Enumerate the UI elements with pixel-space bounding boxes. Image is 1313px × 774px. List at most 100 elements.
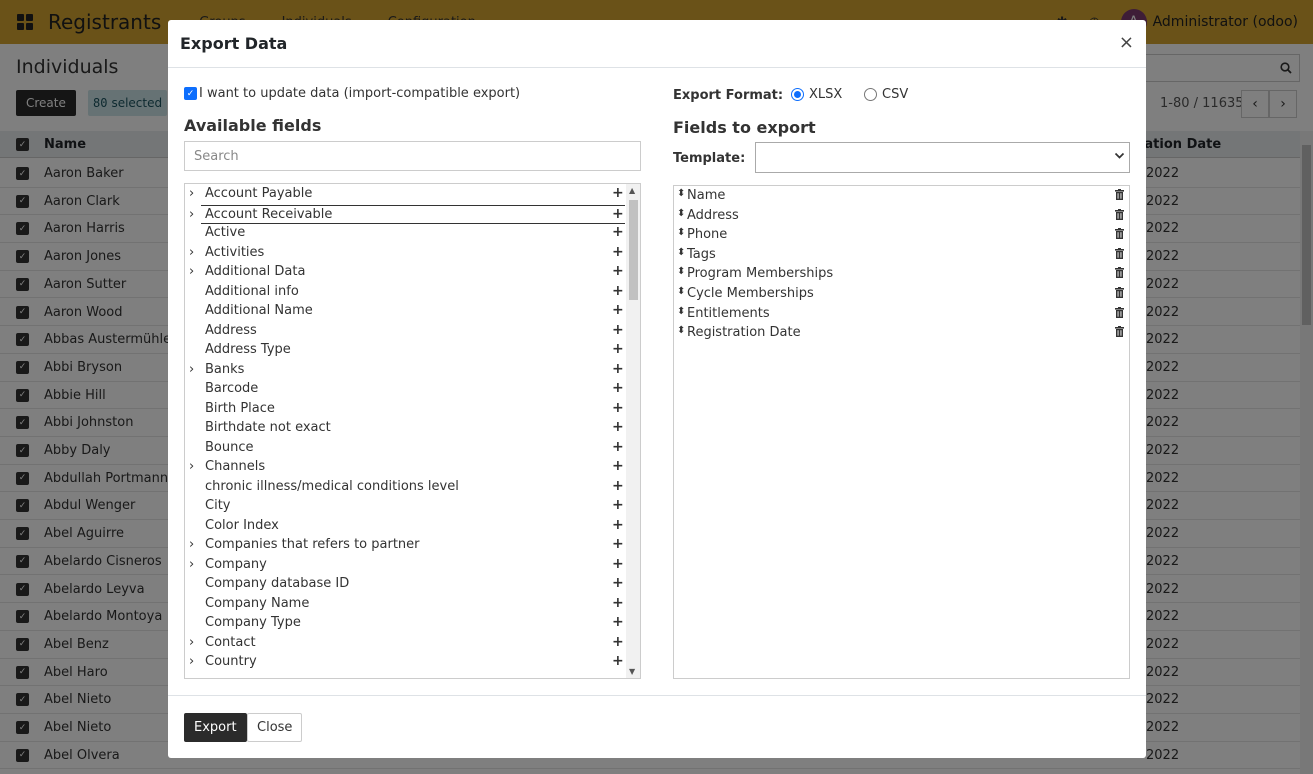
trash-icon[interactable] <box>1115 189 1124 203</box>
field-item[interactable]: Company database ID + <box>185 575 625 595</box>
export-button[interactable]: Export <box>184 713 247 742</box>
export-field-item[interactable]: ⬍ Tags <box>674 246 1129 266</box>
add-field-icon[interactable]: + <box>612 206 624 222</box>
format-csv-radio[interactable] <box>864 88 877 101</box>
field-label[interactable]: Color Index <box>205 518 279 533</box>
field-item[interactable]: › Company + <box>185 556 625 576</box>
export-field-item[interactable]: ⬍ Name <box>674 187 1129 207</box>
format-csv-label[interactable]: CSV <box>882 87 908 102</box>
format-xlsx-radio[interactable] <box>791 88 804 101</box>
field-label[interactable]: Company <box>205 557 267 572</box>
add-field-icon[interactable]: + <box>612 556 624 572</box>
sort-handle-icon[interactable]: ⬍ <box>677 208 685 219</box>
export-field-item[interactable]: ⬍ Address <box>674 207 1129 227</box>
field-label[interactable]: Account Payable <box>205 186 312 201</box>
chevron-right-icon[interactable]: › <box>189 245 199 260</box>
chevron-right-icon[interactable]: › <box>189 362 199 377</box>
add-field-icon[interactable]: + <box>612 517 624 533</box>
trash-icon[interactable] <box>1115 208 1124 223</box>
format-csv-option[interactable]: CSV <box>864 87 908 102</box>
field-item[interactable]: Bounce + <box>185 439 625 459</box>
add-field-icon[interactable]: + <box>612 283 624 299</box>
field-item[interactable]: Birth Place + <box>185 400 625 420</box>
close-icon[interactable]: × <box>1119 32 1134 53</box>
sort-handle-icon[interactable]: ⬍ <box>677 286 685 297</box>
scroll-down-icon[interactable]: ▼ <box>629 667 635 676</box>
sort-handle-icon[interactable]: ⬍ <box>677 247 685 258</box>
add-field-icon[interactable]: + <box>612 419 624 435</box>
chevron-right-icon[interactable]: › <box>189 537 199 552</box>
chevron-right-icon[interactable]: › <box>189 207 199 222</box>
field-item[interactable]: Birthdate not exact + <box>185 419 625 439</box>
add-field-icon[interactable]: + <box>612 497 624 513</box>
close-button[interactable]: Close <box>247 713 303 742</box>
add-field-icon[interactable]: + <box>612 361 624 377</box>
field-item[interactable]: Active + <box>185 224 625 244</box>
chevron-right-icon[interactable]: › <box>189 654 199 669</box>
template-select[interactable] <box>755 142 1130 173</box>
field-label[interactable]: Company Type <box>205 615 301 630</box>
sort-handle-icon[interactable]: ⬍ <box>677 266 685 277</box>
field-item[interactable]: Address Type + <box>185 341 625 361</box>
field-label[interactable]: Country <box>205 654 257 669</box>
chevron-right-icon[interactable]: › <box>189 459 199 474</box>
field-item[interactable]: Barcode + <box>185 380 625 400</box>
field-item[interactable]: Company Name + <box>185 595 625 615</box>
chevron-right-icon[interactable]: › <box>189 264 199 279</box>
trash-icon[interactable] <box>1115 306 1124 321</box>
add-field-icon[interactable]: + <box>612 341 624 357</box>
field-item[interactable]: Color Index + <box>185 517 625 537</box>
add-field-icon[interactable]: + <box>612 634 624 650</box>
add-field-icon[interactable]: + <box>612 380 624 396</box>
field-item[interactable]: › Banks + <box>185 361 625 381</box>
field-item[interactable]: chronic illness/medical conditions level… <box>185 478 625 498</box>
field-item[interactable]: Additional info + <box>185 283 625 303</box>
trash-icon[interactable] <box>1115 326 1124 340</box>
field-item[interactable]: › Companies that refers to partner + <box>185 536 625 556</box>
add-field-icon[interactable]: + <box>612 614 624 630</box>
field-label[interactable]: Companies that refers to partner <box>205 537 420 552</box>
field-item[interactable]: Address + <box>185 322 625 342</box>
add-field-icon[interactable]: + <box>612 478 624 494</box>
field-item[interactable]: City + <box>185 497 625 517</box>
field-label[interactable]: Active <box>205 225 245 240</box>
add-field-icon[interactable]: + <box>612 224 624 240</box>
field-item[interactable]: › Activities + <box>185 244 625 264</box>
field-label[interactable]: Birthdate not exact <box>205 420 331 435</box>
field-item[interactable]: › Channels + <box>185 458 625 478</box>
add-field-icon[interactable]: + <box>612 302 624 318</box>
chevron-right-icon[interactable]: › <box>189 557 199 572</box>
field-label[interactable]: Additional Name <box>205 303 313 318</box>
import-compatible-label[interactable]: I want to update data (import-compatible… <box>199 86 520 101</box>
field-label[interactable]: Activities <box>205 245 264 260</box>
field-item[interactable]: Company Type + <box>185 614 625 634</box>
field-label[interactable]: Address <box>205 323 257 338</box>
sort-handle-icon[interactable]: ⬍ <box>677 227 685 238</box>
add-field-icon[interactable]: + <box>612 536 624 552</box>
field-item[interactable]: › Account Receivable + <box>189 204 625 224</box>
export-field-item[interactable]: ⬍ Cycle Memberships <box>674 285 1129 305</box>
add-field-icon[interactable]: + <box>612 595 624 611</box>
field-label[interactable]: Company database ID <box>205 576 349 591</box>
add-field-icon[interactable]: + <box>612 400 624 416</box>
field-label[interactable]: Account Receivable <box>205 207 332 222</box>
field-label[interactable]: Additional info <box>205 284 299 299</box>
add-field-icon[interactable]: + <box>612 263 624 279</box>
add-field-icon[interactable]: + <box>612 185 624 201</box>
trash-icon[interactable] <box>1115 267 1124 281</box>
field-label[interactable]: Address Type <box>205 342 291 357</box>
field-label[interactable]: Barcode <box>205 381 258 396</box>
export-field-item[interactable]: ⬍ Program Memberships <box>674 265 1129 285</box>
trash-icon[interactable] <box>1115 228 1124 242</box>
field-item[interactable]: › Contact + <box>185 634 625 654</box>
sort-handle-icon[interactable]: ⬍ <box>677 325 685 336</box>
format-xlsx-option[interactable]: XLSX <box>791 87 842 102</box>
field-label[interactable]: Birth Place <box>205 401 275 416</box>
field-label[interactable]: chronic illness/medical conditions level <box>205 479 459 494</box>
sort-handle-icon[interactable]: ⬍ <box>677 188 685 199</box>
sort-handle-icon[interactable]: ⬍ <box>677 306 685 317</box>
export-field-item[interactable]: ⬍ Entitlements <box>674 305 1129 325</box>
add-field-icon[interactable]: + <box>612 653 624 669</box>
field-label[interactable]: Channels <box>205 459 265 474</box>
export-field-item[interactable]: ⬍ Registration Date <box>674 324 1129 344</box>
